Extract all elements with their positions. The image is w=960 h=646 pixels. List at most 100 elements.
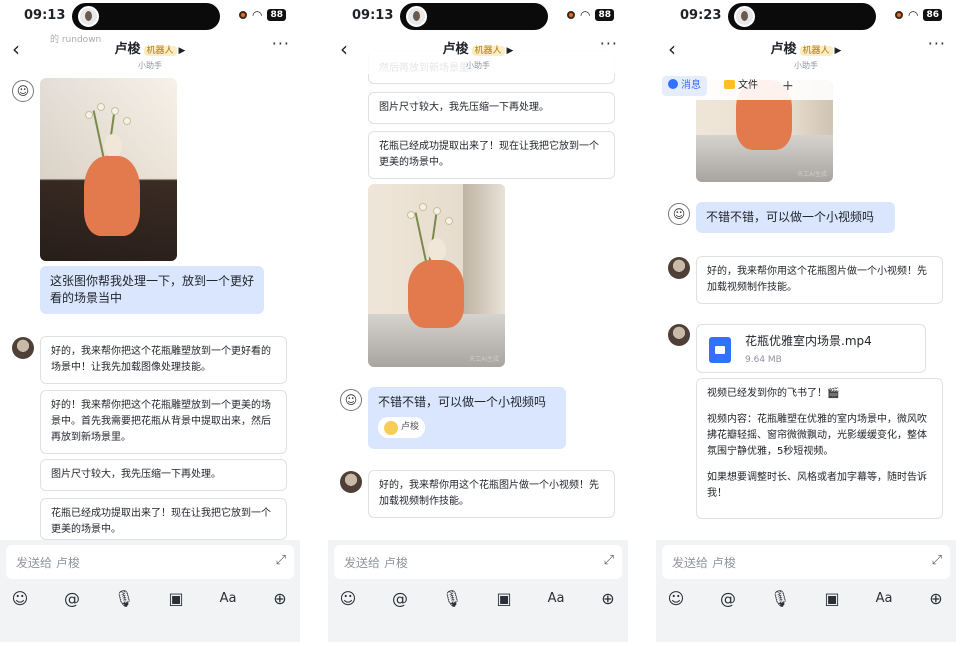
status-bar: 09:13 ◠ 88 bbox=[328, 0, 628, 32]
add-icon[interactable]: ⊕ bbox=[597, 588, 619, 610]
add-tab-icon[interactable]: + bbox=[776, 76, 800, 96]
tab-files[interactable]: 文件 bbox=[718, 76, 764, 96]
bot-badge: 机器人 bbox=[799, 46, 833, 56]
message-input[interactable]: 发送给 卢梭 ⤢ bbox=[662, 545, 950, 579]
text-format-icon[interactable]: Aa bbox=[217, 588, 239, 610]
contact-name: 卢梭 bbox=[770, 42, 797, 57]
image-icon[interactable]: ▣ bbox=[821, 588, 843, 610]
expand-icon[interactable]: ⤢ bbox=[932, 553, 942, 568]
orange-vase bbox=[84, 156, 140, 236]
mention-icon[interactable]: @ bbox=[389, 588, 411, 610]
bot-badge: 机器人 bbox=[471, 46, 505, 56]
video-file-icon bbox=[709, 337, 731, 363]
user-avatar[interactable]: ☺ bbox=[340, 389, 362, 411]
flower bbox=[420, 204, 426, 210]
message-input[interactable]: 发送给 卢梭 ⤢ bbox=[334, 545, 622, 579]
expand-icon[interactable]: ⤢ bbox=[604, 553, 614, 568]
island-avatar bbox=[406, 6, 427, 27]
add-icon[interactable]: ⊕ bbox=[925, 588, 947, 610]
recording-icon bbox=[894, 11, 903, 19]
image-watermark: 天工AI生成 bbox=[797, 171, 827, 178]
status-icons: ◠ 86 bbox=[894, 8, 942, 22]
more-options-icon[interactable]: ··· bbox=[600, 34, 618, 53]
reaction-chip[interactable]: 卢梭 bbox=[378, 417, 426, 438]
tab-messages-label: 消息 bbox=[681, 80, 701, 91]
reaction-user: 卢梭 bbox=[401, 422, 420, 432]
flower bbox=[434, 208, 440, 214]
bot-avatar[interactable] bbox=[340, 471, 362, 493]
user-message-text: 不错不错，可以做一个小视频吗 bbox=[378, 395, 547, 409]
input-placeholder: 发送给 卢梭 bbox=[672, 556, 736, 570]
user-message: 不错不错，可以做一个小视频吗 卢梭 bbox=[368, 387, 566, 449]
input-placeholder: 发送给 卢梭 bbox=[16, 556, 80, 570]
more-options-icon[interactable]: ··· bbox=[272, 34, 290, 53]
more-options-icon[interactable]: ··· bbox=[928, 34, 946, 53]
chat-title[interactable]: 卢梭 机器人 ▶ 小助手 bbox=[328, 38, 628, 71]
bot-avatar[interactable] bbox=[668, 324, 690, 346]
island-avatar bbox=[78, 6, 99, 27]
composer-toolbar: ☺ @ 🎙 ▣ Aa ⊕ bbox=[656, 588, 956, 610]
reaction-emoji-icon bbox=[384, 420, 398, 435]
bot-message: 好的！我来帮你把这个花瓶雕塑放到一个更美的场景中。首先我需要把花瓶从背景中提取出… bbox=[40, 390, 287, 454]
flower bbox=[408, 212, 414, 218]
play-arrow-icon: ▶ bbox=[178, 46, 186, 56]
message-input[interactable]: 发送给 卢梭 ⤢ bbox=[6, 545, 294, 579]
image-watermark: 天工AI生成 bbox=[469, 356, 499, 363]
chat-title[interactable]: 卢梭 机器人 ▶ 小助手 bbox=[0, 38, 300, 71]
play-arrow-icon: ▶ bbox=[834, 46, 842, 56]
recording-icon bbox=[238, 11, 247, 19]
scrolled-text: 的 rundown bbox=[50, 35, 102, 45]
add-icon[interactable]: ⊕ bbox=[269, 588, 291, 610]
flower bbox=[446, 218, 452, 224]
user-message: 不错不错，可以做一个小视频吗 bbox=[696, 202, 895, 233]
microphone-icon[interactable]: 🎙 bbox=[113, 588, 135, 610]
bot-message: 花瓶已经成功提取出来了！现在让我把它放到一个更美的场景中。 bbox=[40, 498, 287, 540]
emoji-icon[interactable]: ☺ bbox=[337, 588, 359, 610]
message-icon bbox=[668, 79, 678, 89]
flower bbox=[112, 108, 118, 114]
tab-files-label: 文件 bbox=[738, 80, 758, 91]
dynamic-island bbox=[728, 3, 876, 30]
message-composer: 发送给 卢梭 ⤢ ☺ @ 🎙 ▣ Aa ⊕ bbox=[328, 540, 628, 642]
microphone-icon[interactable]: 🎙 bbox=[769, 588, 791, 610]
bot-message: 图片尺寸较大，我先压缩一下再处理。 bbox=[368, 92, 615, 124]
bot-avatar[interactable] bbox=[668, 257, 690, 279]
tab-messages[interactable]: 消息 bbox=[662, 76, 707, 96]
chat-tabs: 消息 文件 + bbox=[656, 74, 956, 100]
status-bar: 09:23 ◠ 86 bbox=[656, 0, 956, 32]
recording-icon bbox=[566, 11, 575, 19]
message-composer: 发送给 卢梭 ⤢ ☺ @ 🎙 ▣ Aa ⊕ bbox=[656, 540, 956, 642]
folder-icon bbox=[724, 80, 735, 89]
text-format-icon[interactable]: Aa bbox=[873, 588, 895, 610]
microphone-icon[interactable]: 🎙 bbox=[441, 588, 463, 610]
contact-name: 卢梭 bbox=[114, 42, 141, 57]
emoji-icon[interactable]: ☺ bbox=[9, 588, 31, 610]
mention-icon[interactable]: @ bbox=[717, 588, 739, 610]
expand-icon[interactable]: ⤢ bbox=[276, 553, 286, 568]
contact-subtitle: 小助手 bbox=[138, 61, 162, 70]
video-file-card[interactable]: 花瓶优雅室内场景.mp4 9.64 MB bbox=[696, 324, 926, 373]
mention-icon[interactable]: @ bbox=[61, 588, 83, 610]
chat-title[interactable]: 卢梭 机器人 ▶ 小助手 bbox=[656, 38, 956, 71]
text-format-icon[interactable]: Aa bbox=[545, 588, 567, 610]
generated-scene-image[interactable]: 天工AI生成 bbox=[368, 184, 505, 367]
sculpture-head bbox=[104, 134, 122, 158]
user-avatar[interactable]: ☺ bbox=[12, 80, 34, 102]
phone-screen-3: 09:23 ◠ 86 天工AI生成 ‹ 卢梭 机器人 ▶ 小助手 ··· 消息 文件… bbox=[656, 0, 956, 642]
user-avatar[interactable]: ☺ bbox=[668, 203, 690, 225]
phone-screen-2: 09:13 ◠ 88 然后再放到新场景里。 ‹ 卢梭机器人▶ 小助手 ··· 图… bbox=[328, 0, 628, 642]
uploaded-vase-image[interactable] bbox=[40, 78, 177, 261]
composer-toolbar: ☺ @ 🎙 ▣ Aa ⊕ bbox=[328, 588, 628, 610]
island-avatar bbox=[734, 6, 755, 27]
bot-message: 好的，我来帮你用这个花瓶图片做一个小视频！先加载视频制作技能。 bbox=[368, 470, 615, 518]
image-icon[interactable]: ▣ bbox=[165, 588, 187, 610]
composer-toolbar: ☺ @ 🎙 ▣ Aa ⊕ bbox=[0, 588, 300, 610]
bot-avatar[interactable] bbox=[12, 337, 34, 359]
contact-subtitle: 小助手 bbox=[466, 61, 490, 70]
image-icon[interactable]: ▣ bbox=[493, 588, 515, 610]
emoji-icon[interactable]: ☺ bbox=[665, 588, 687, 610]
battery-level: 86 bbox=[923, 9, 942, 21]
bot-message: 好的，我来帮你把这个花瓶雕塑放到一个更好看的场景中！让我先加载图像处理技能。 bbox=[40, 336, 287, 384]
user-message: 这张图你帮我处理一下，放到一个更好看的场景当中 bbox=[40, 266, 264, 314]
status-time: 09:23 bbox=[680, 8, 722, 23]
